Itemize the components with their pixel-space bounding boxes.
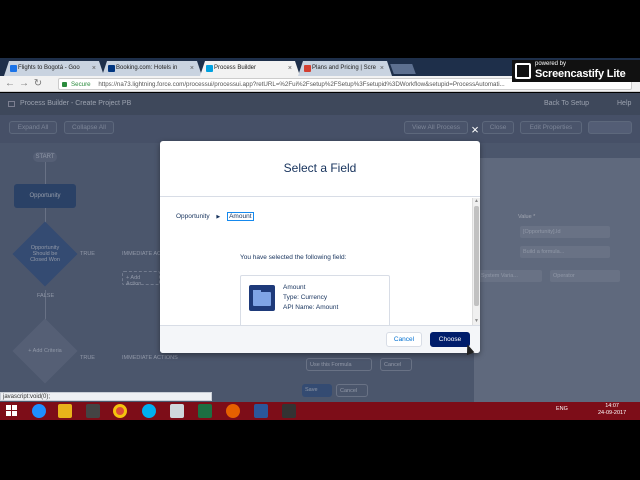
scroll-up-icon[interactable]: ▲: [473, 198, 480, 204]
status-bubble: javascript:void(0);: [0, 392, 212, 401]
file-explorer-icon[interactable]: [58, 404, 72, 418]
select-field-modal: Select a Field Opportunity ▶ Amount You …: [160, 141, 480, 353]
tab-label: Flights to Bogotá - Goo: [18, 65, 80, 71]
internet-explorer-icon[interactable]: [32, 404, 46, 418]
powered-by-label: powered by: [535, 61, 567, 67]
screen: Flights to Bogotá - Goo × Booking.com: H…: [0, 0, 640, 480]
skype-icon[interactable]: [142, 404, 156, 418]
breadcrumb-field[interactable]: Amount: [227, 212, 254, 221]
chrome-icon[interactable]: [113, 404, 127, 418]
salesforce-icon: [206, 65, 213, 72]
screencastify-name: Screencastify Lite: [535, 68, 626, 80]
forward-arrow-icon[interactable]: →: [18, 78, 30, 90]
media-app-icon[interactable]: [86, 404, 100, 418]
tab-label: Process Builder: [214, 65, 257, 71]
language-indicator[interactable]: ENG: [556, 406, 568, 412]
reload-icon[interactable]: ↻: [32, 78, 44, 90]
tab-label: Plans and Pricing | Scre: [312, 65, 376, 71]
video-editor-icon[interactable]: [282, 404, 296, 418]
modal-header: Select a Field: [160, 141, 480, 197]
tab-label: Booking.com: Hotels in: [116, 65, 178, 71]
close-icon[interactable]: ×: [380, 61, 384, 76]
close-icon[interactable]: ×: [190, 61, 194, 76]
back-arrow-icon[interactable]: ←: [4, 78, 16, 90]
modal-body: Opportunity ▶ Amount You have selected t…: [160, 198, 472, 325]
cancel-button[interactable]: Cancel: [386, 332, 422, 347]
calculator-icon[interactable]: [170, 404, 184, 418]
folder-icon: [249, 285, 275, 311]
windows-start-icon[interactable]: [6, 405, 18, 417]
google-flights-icon: [10, 65, 17, 72]
screencastify-icon: [304, 65, 311, 72]
windows-taskbar: ENG 14:07 24-09-2017: [0, 402, 640, 420]
booking-icon: [108, 65, 115, 72]
lock-icon: [62, 82, 67, 87]
new-tab-button[interactable]: [390, 64, 416, 74]
screencastify-logo-icon: [515, 63, 531, 79]
word-icon[interactable]: [254, 404, 268, 418]
screencastify-badge: powered by Screencastify Lite: [512, 60, 640, 82]
selected-field-card: Amount Type: Currency API Name: Amount: [240, 275, 390, 325]
close-icon[interactable]: ×: [92, 61, 96, 76]
modal-title: Select a Field: [283, 161, 357, 175]
modal-scrollbar[interactable]: ▲ ▼: [472, 198, 480, 325]
clock-date: 24-09-2017: [598, 410, 627, 416]
field-type: Type: Currency: [283, 294, 328, 301]
secure-label: Secure: [71, 81, 91, 88]
field-name: Amount: [283, 284, 306, 291]
selection-info-text: You have selected the following field:: [240, 254, 347, 261]
firefox-icon[interactable]: [226, 404, 240, 418]
tab-flights[interactable]: Flights to Bogotá - Goo ×: [4, 61, 104, 76]
tab-process-builder[interactable]: Process Builder ×: [200, 61, 300, 76]
url-text: https://na73.lightning.force.com/process…: [98, 81, 505, 88]
system-clock[interactable]: 14:07 24-09-2017: [598, 403, 626, 417]
caret-right-icon: ▶: [216, 214, 221, 220]
tab-plans-pricing[interactable]: Plans and Pricing | Scre ×: [298, 61, 392, 76]
tab-booking[interactable]: Booking.com: Hotels in ×: [102, 61, 202, 76]
modal-footer: Cancel Choose: [160, 325, 480, 353]
field-breadcrumb: Opportunity ▶ Amount: [176, 212, 254, 221]
scroll-thumb[interactable]: [474, 206, 479, 306]
scroll-down-icon[interactable]: ▼: [473, 318, 480, 324]
close-icon[interactable]: ×: [468, 123, 482, 137]
close-icon[interactable]: ×: [288, 61, 292, 76]
field-api-name: API Name: Amount: [283, 304, 339, 311]
breadcrumb-object[interactable]: Opportunity: [176, 213, 210, 220]
excel-icon[interactable]: [198, 404, 212, 418]
clock-time: 14:07: [605, 403, 619, 409]
